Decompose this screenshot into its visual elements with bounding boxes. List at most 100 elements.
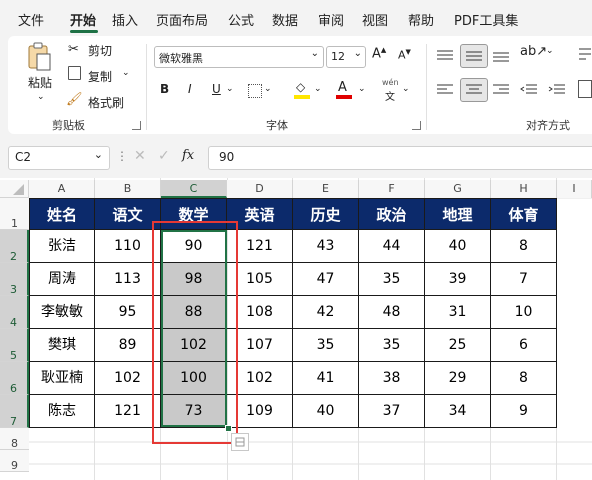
table-cell[interactable]: 34 bbox=[425, 395, 491, 428]
align-center-icon[interactable] bbox=[460, 78, 488, 102]
bold-button[interactable]: B bbox=[160, 82, 169, 96]
table-cell[interactable]: 44 bbox=[359, 230, 425, 263]
column-header[interactable]: B bbox=[95, 180, 161, 198]
table-cell[interactable]: 47 bbox=[293, 263, 359, 296]
decrease-indent-icon[interactable] bbox=[520, 82, 538, 96]
row-header[interactable]: 3 bbox=[0, 263, 29, 296]
menu-help[interactable]: 帮助 bbox=[408, 10, 434, 29]
name-box[interactable]: C2 ⌄ bbox=[8, 146, 110, 170]
fill-color-icon[interactable]: ◇ bbox=[296, 80, 305, 94]
column-header[interactable]: E bbox=[293, 180, 359, 198]
menu-data[interactable]: 数据 bbox=[272, 10, 298, 29]
borders-icon[interactable] bbox=[248, 84, 262, 98]
phonetic-icon[interactable]: 文 bbox=[385, 88, 395, 103]
table-cell[interactable]: 37 bbox=[359, 395, 425, 428]
copy-icon[interactable] bbox=[68, 66, 81, 80]
underline-button[interactable]: U bbox=[212, 82, 221, 96]
row-header[interactable]: 6 bbox=[0, 362, 29, 395]
table-cell[interactable]: 40 bbox=[293, 395, 359, 428]
decrease-font-icon[interactable]: A▼ bbox=[398, 48, 411, 62]
column-header[interactable]: H bbox=[491, 180, 557, 198]
column-header[interactable]: A bbox=[29, 180, 95, 198]
orientation-dropdown-icon[interactable]: ⌄ bbox=[546, 46, 554, 56]
merge-center-icon[interactable] bbox=[578, 80, 592, 98]
orientation-icon[interactable]: ab↗ bbox=[520, 44, 547, 59]
table-cell[interactable]: 8 bbox=[491, 230, 557, 263]
wrap-text-icon[interactable] bbox=[578, 46, 592, 62]
table-header-cell[interactable]: 历史 bbox=[293, 198, 359, 230]
cut-button[interactable]: 剪切 bbox=[88, 42, 112, 59]
table-cell[interactable]: 35 bbox=[359, 329, 425, 362]
fill-color-dropdown-icon[interactable]: ⌄ bbox=[314, 84, 322, 94]
row-header[interactable]: 5 bbox=[0, 329, 29, 362]
more-options-icon[interactable]: ⋮ bbox=[116, 149, 128, 163]
row-header[interactable]: 9 bbox=[0, 450, 29, 472]
copy-button[interactable]: 复制 bbox=[88, 68, 112, 85]
borders-dropdown-icon[interactable]: ⌄ bbox=[264, 84, 272, 94]
insert-function-icon[interactable]: fx bbox=[182, 148, 194, 163]
increase-font-icon[interactable]: A▲ bbox=[372, 46, 386, 61]
column-header[interactable]: D bbox=[227, 180, 293, 198]
paste-button[interactable]: 粘贴 bbox=[28, 74, 52, 91]
table-cell[interactable]: 6 bbox=[491, 329, 557, 362]
table-cell[interactable]: 31 bbox=[425, 296, 491, 329]
table-cell[interactable]: 7 bbox=[491, 263, 557, 296]
table-cell[interactable]: 8 bbox=[491, 362, 557, 395]
menu-file[interactable]: 文件 bbox=[18, 10, 44, 29]
paste-icon[interactable] bbox=[26, 42, 52, 72]
menu-insert[interactable]: 插入 bbox=[112, 10, 138, 29]
quick-analysis-icon[interactable] bbox=[231, 433, 249, 451]
font-name-combo[interactable]: 微软雅黑 ⌄ bbox=[154, 46, 324, 68]
increase-indent-icon[interactable] bbox=[548, 82, 566, 96]
row-header[interactable]: 2 bbox=[0, 230, 29, 263]
align-right-icon[interactable] bbox=[492, 82, 510, 96]
table-cell[interactable]: 40 bbox=[425, 230, 491, 263]
menu-pdf-tools[interactable]: PDF工具集 bbox=[454, 10, 518, 29]
table-header-cell[interactable]: 姓名 bbox=[29, 198, 95, 230]
scissors-icon[interactable]: ✂ bbox=[68, 42, 79, 57]
table-cell[interactable]: 9 bbox=[491, 395, 557, 428]
chevron-down-icon[interactable]: ⌄ bbox=[311, 48, 319, 59]
table-cell[interactable]: 39 bbox=[425, 263, 491, 296]
align-top-icon[interactable] bbox=[436, 48, 454, 62]
menu-page-layout[interactable]: 页面布局 bbox=[156, 10, 208, 29]
table-cell[interactable]: 张洁 bbox=[29, 230, 95, 263]
table-header-cell[interactable]: 政治 bbox=[359, 198, 425, 230]
chevron-down-icon[interactable]: ⌄ bbox=[354, 48, 362, 59]
format-painter-icon[interactable]: 🖌 bbox=[66, 92, 83, 107]
table-cell[interactable]: 41 bbox=[293, 362, 359, 395]
row-header[interactable]: 4 bbox=[0, 296, 29, 329]
select-all-corner[interactable] bbox=[0, 180, 29, 198]
format-painter-button[interactable]: 格式刷 bbox=[88, 94, 124, 111]
table-cell[interactable]: 周涛 bbox=[29, 263, 95, 296]
table-cell[interactable]: 10 bbox=[491, 296, 557, 329]
table-cell[interactable]: 42 bbox=[293, 296, 359, 329]
menu-view[interactable]: 视图 bbox=[362, 10, 388, 29]
table-cell[interactable]: 25 bbox=[425, 329, 491, 362]
table-header-cell[interactable]: 体育 bbox=[491, 198, 557, 230]
enter-icon[interactable]: ✓ bbox=[158, 148, 170, 164]
phonetic-wen-label[interactable]: wén bbox=[382, 78, 399, 87]
align-left-icon[interactable] bbox=[436, 82, 454, 96]
menu-home[interactable]: 开始 bbox=[70, 10, 96, 29]
table-cell[interactable]: 48 bbox=[359, 296, 425, 329]
italic-button[interactable]: I bbox=[188, 82, 192, 96]
copy-dropdown-icon[interactable]: ⌄ bbox=[122, 68, 130, 78]
align-middle-icon[interactable] bbox=[460, 44, 488, 68]
column-header[interactable]: G bbox=[425, 180, 491, 198]
clipboard-launcher-icon[interactable] bbox=[132, 121, 141, 130]
row-header[interactable]: 7 bbox=[0, 395, 29, 428]
column-header[interactable]: C bbox=[161, 180, 227, 198]
column-header[interactable]: I bbox=[557, 180, 592, 198]
table-cell[interactable]: 李敏敏 bbox=[29, 296, 95, 329]
column-header[interactable]: F bbox=[359, 180, 425, 198]
row-header[interactable]: 8 bbox=[0, 428, 29, 450]
font-color-icon[interactable]: A bbox=[338, 80, 347, 95]
menu-formulas[interactable]: 公式 bbox=[228, 10, 254, 29]
table-cell[interactable]: 耿亚楠 bbox=[29, 362, 95, 395]
cancel-icon[interactable]: ✕ bbox=[134, 148, 146, 164]
underline-dropdown-icon[interactable]: ⌄ bbox=[226, 84, 234, 94]
phonetic-dropdown-icon[interactable]: ⌄ bbox=[402, 84, 410, 94]
align-bottom-icon[interactable] bbox=[492, 48, 510, 62]
table-cell[interactable]: 29 bbox=[425, 362, 491, 395]
